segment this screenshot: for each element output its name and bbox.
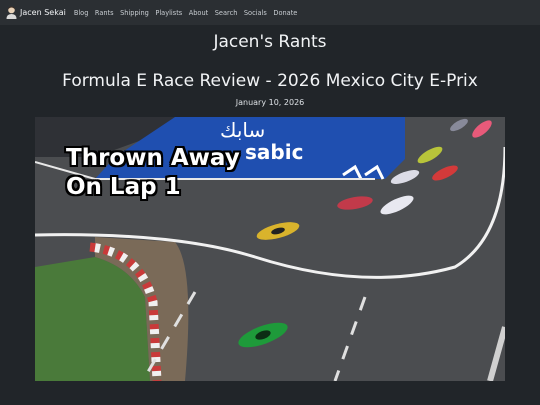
nav-link-playlists[interactable]: Playlists: [155, 9, 182, 17]
brand-link[interactable]: Jacen Sekai: [6, 6, 66, 19]
sponsor-latin-text: sabic: [245, 140, 303, 164]
nav-link-rants[interactable]: Rants: [95, 9, 114, 17]
nav-link-search[interactable]: Search: [215, 9, 238, 17]
post-title: Formula E Race Review - 2026 Mexico City…: [62, 71, 478, 91]
nav-link-shipping[interactable]: Shipping: [120, 9, 149, 17]
nav-link-donate[interactable]: Donate: [273, 9, 297, 17]
brand-name: Jacen Sekai: [20, 8, 66, 17]
nav-link-socials[interactable]: Socials: [244, 9, 267, 17]
site-title[interactable]: Jacen's Rants: [0, 32, 540, 52]
sponsor-arabic-text: سابك: [220, 118, 265, 142]
hero-caption: Thrown Away On Lap 1: [66, 144, 240, 202]
post-date: January 10, 2026: [235, 98, 305, 107]
hero-image: سابك sabic Thrown Away On Lap 1: [35, 117, 505, 381]
nav-link-blog[interactable]: Blog: [74, 9, 89, 17]
hero-caption-line-2: On Lap 1: [66, 174, 181, 200]
top-navbar: Jacen Sekai Blog Rants Shipping Playlist…: [0, 0, 540, 25]
hero-caption-line-1: Thrown Away: [66, 145, 240, 171]
nav-link-about[interactable]: About: [189, 9, 209, 17]
avatar-icon: [6, 6, 17, 19]
